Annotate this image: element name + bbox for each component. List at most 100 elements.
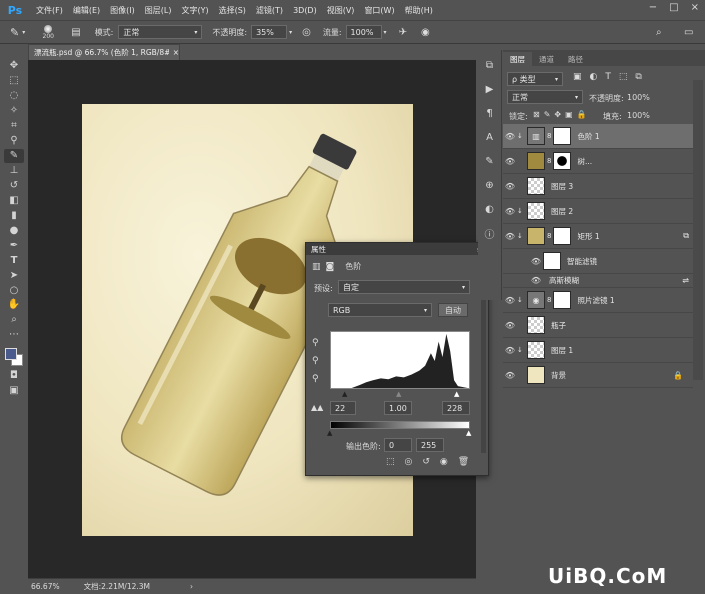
menu-edit[interactable]: 编辑(E): [73, 5, 100, 16]
close-tab-icon[interactable]: ×: [173, 48, 179, 57]
clone-source-icon[interactable]: ⊕: [481, 176, 499, 194]
flow-input[interactable]: 100%: [345, 25, 382, 39]
gray-input-slider[interactable]: ▲: [396, 390, 401, 398]
pixel-filter-icon[interactable]: ▣: [573, 72, 582, 82]
view-previous-icon[interactable]: ◎: [405, 457, 413, 467]
black-point-eyedropper-icon[interactable]: ⚲: [312, 338, 319, 348]
eye-icon[interactable]: 👁: [503, 157, 517, 166]
auto-button[interactable]: 自动: [438, 303, 468, 317]
eye-icon[interactable]: 👁: [503, 346, 517, 355]
adjustments-panel-icon[interactable]: ◐: [481, 200, 499, 218]
eye-icon[interactable]: 👁: [503, 296, 517, 305]
quick-mask-icon[interactable]: ◘: [4, 369, 24, 383]
layer-row[interactable]: 👁 背景 🔒: [503, 363, 693, 388]
tab-paths[interactable]: 路径: [561, 52, 590, 66]
type-filter-icon[interactable]: T: [605, 72, 611, 82]
search-icon[interactable]: ⌕: [656, 27, 662, 38]
marquee-tool-icon[interactable]: ⬚: [4, 74, 24, 88]
eye-icon[interactable]: 👁: [529, 257, 543, 266]
clip-to-layer-icon[interactable]: ⬚: [386, 457, 395, 467]
chevron-down-icon[interactable]: ▾: [22, 29, 25, 36]
color-swatches[interactable]: [3, 346, 25, 366]
tab-channels[interactable]: 通道: [532, 52, 561, 66]
brush-settings-icon[interactable]: ✎: [481, 152, 499, 170]
layer-row[interactable]: 👁 ↓ 8 矩形 1 ⧉: [503, 224, 693, 249]
reset-icon[interactable]: ↺: [422, 457, 430, 467]
menu-file[interactable]: 文件(F): [36, 5, 63, 16]
move-tool-icon[interactable]: ✥: [4, 59, 24, 73]
status-menu-arrow[interactable]: ›: [190, 582, 193, 591]
chevron-down-icon[interactable]: ▾: [289, 29, 292, 36]
input-gamma-field[interactable]: 1.00: [384, 401, 412, 415]
crop-tool-icon[interactable]: ⌗: [4, 119, 24, 133]
lasso-tool-icon[interactable]: ◌: [4, 89, 24, 103]
zoom-level[interactable]: 66.67%: [31, 582, 60, 591]
output-white-slider[interactable]: ▲: [466, 429, 471, 437]
brush-icon[interactable]: ✎: [10, 26, 19, 39]
eye-icon[interactable]: 👁: [503, 132, 517, 141]
layer-row[interactable]: 👁 8 树...: [503, 149, 693, 174]
channel-select[interactable]: RGB ▾: [328, 303, 432, 317]
visibility-icon[interactable]: ◉: [440, 457, 448, 467]
output-white-field[interactable]: 255: [416, 438, 444, 452]
menu-3d[interactable]: 3D(D): [293, 6, 317, 15]
zoom-tool-icon[interactable]: ⌕: [4, 313, 24, 327]
eye-icon[interactable]: 👁: [503, 182, 517, 191]
clip-warning-icon[interactable]: ▲▲: [311, 403, 323, 412]
history-panel-icon[interactable]: ⧉: [481, 56, 499, 74]
layer-filter-select[interactable]: ρ 类型 ▾: [507, 72, 563, 86]
gray-point-eyedropper-icon[interactable]: ⚲: [312, 356, 319, 366]
menu-image[interactable]: 图像(I): [110, 5, 135, 16]
path-selection-icon[interactable]: ➤: [4, 268, 24, 282]
more-tools-icon[interactable]: ⋯: [4, 328, 24, 342]
delete-icon[interactable]: 🗑: [458, 457, 469, 467]
pressure-size-icon[interactable]: ◉: [421, 27, 430, 38]
filter-options-icon[interactable]: ⇌: [682, 276, 689, 285]
mask-icon[interactable]: ◙: [326, 262, 335, 272]
input-white-field[interactable]: 228: [442, 401, 470, 415]
screen-mode-icon[interactable]: ▣: [4, 384, 24, 398]
eraser-tool-icon[interactable]: ◧: [4, 193, 24, 207]
menu-help[interactable]: 帮助(H): [405, 5, 433, 16]
stamp-tool-icon[interactable]: ⊥: [4, 164, 24, 178]
opacity-input[interactable]: 35%: [251, 25, 288, 39]
dodge-tool-icon[interactable]: ●: [4, 223, 24, 237]
eye-icon[interactable]: 👁: [503, 371, 517, 380]
menu-window[interactable]: 窗口(W): [364, 5, 394, 16]
info-panel-icon[interactable]: ⓘ: [481, 224, 499, 242]
eye-icon[interactable]: 👁: [503, 207, 517, 216]
layer-row[interactable]: 👁 ↓ 图层 2: [503, 199, 693, 224]
black-input-slider[interactable]: ▲: [342, 390, 347, 398]
preset-select[interactable]: 自定 ▾: [338, 280, 470, 294]
output-black-slider[interactable]: ▲: [327, 429, 332, 437]
eyedropper-tool-icon[interactable]: ⚲: [4, 134, 24, 148]
levels-icon[interactable]: ▥: [312, 262, 321, 272]
close-button[interactable]: ×: [691, 2, 699, 13]
eye-icon[interactable]: 👁: [529, 276, 543, 285]
maximize-button[interactable]: □: [669, 2, 678, 13]
paragraph-panel-icon[interactable]: ¶: [481, 104, 499, 122]
pressure-opacity-icon[interactable]: ◎: [302, 27, 311, 38]
menu-type[interactable]: 文字(Y): [181, 5, 208, 16]
output-black-field[interactable]: 0: [384, 438, 412, 452]
pen-tool-icon[interactable]: ✒: [4, 238, 24, 252]
white-point-eyedropper-icon[interactable]: ⚲: [312, 374, 319, 384]
shape-filter-icon[interactable]: ⬚: [619, 72, 628, 82]
smart-filter-icon[interactable]: ⧉: [635, 72, 641, 82]
character-panel-icon[interactable]: A: [481, 128, 499, 146]
layer-row[interactable]: 👁 ↓ ▥ 8 色阶 1: [503, 124, 693, 149]
layer-row[interactable]: 👁 智能滤镜: [503, 249, 693, 274]
input-black-field[interactable]: 22: [330, 401, 356, 415]
mode-select[interactable]: 正常 ▾: [118, 25, 203, 39]
menu-filter[interactable]: 滤镜(T): [256, 5, 283, 16]
adjustment-filter-icon[interactable]: ◐: [590, 72, 598, 82]
layer-row[interactable]: 👁 图层 3: [503, 174, 693, 199]
gradient-tool-icon[interactable]: ▮: [4, 208, 24, 222]
menu-view[interactable]: 视图(V): [327, 5, 355, 16]
brush-preset-picker[interactable]: 200: [37, 22, 59, 42]
layer-row[interactable]: 👁 ↓ ◉ 8 照片滤镜 1: [503, 288, 693, 313]
magic-wand-tool-icon[interactable]: ✧: [4, 104, 24, 118]
minimize-button[interactable]: −: [649, 2, 657, 13]
brush-tool-icon[interactable]: ✎: [4, 148, 24, 163]
airbrush-icon[interactable]: ✈: [399, 27, 407, 38]
